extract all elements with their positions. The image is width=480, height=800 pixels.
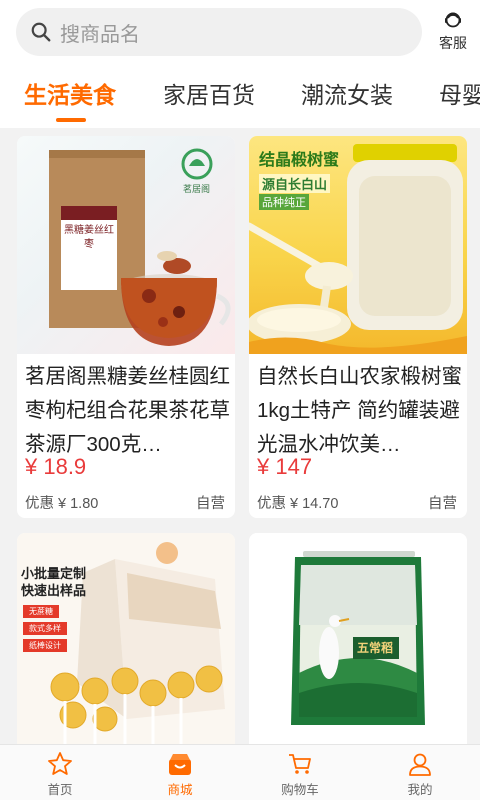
headset-icon (445, 12, 461, 28)
customize-headline-2: 快速出样品 (21, 583, 87, 598)
product-card[interactable]: 小批量定制 快速出样品 无蔗糖 款式多样 纸棒设计 (17, 533, 235, 763)
honey-origin-text: 源自长白山 (259, 174, 331, 193)
customer-service-label: 客服 (439, 35, 467, 51)
self-operated-tag: 自营 (196, 496, 225, 512)
active-tab-indicator (56, 118, 86, 122)
product-card[interactable]: 五常稻 (249, 533, 467, 763)
product-price: ¥ 18.9 (25, 454, 87, 479)
nav-me[interactable]: 我的 (360, 745, 480, 800)
bottom-nav: 首页 商城 购物车 我的 (0, 744, 480, 800)
product-discount: 优惠 ¥ 14.70 (257, 496, 339, 512)
tab-food[interactable]: 生活美食 (24, 76, 116, 110)
nav-cart[interactable]: 购物车 (240, 745, 360, 800)
product-price: ¥ 147 (257, 454, 313, 479)
feature-tag: 纸棒设计 (23, 639, 67, 652)
nav-me-label: 我的 (407, 783, 433, 797)
rice-brand-text: 五常稻 (357, 641, 394, 655)
honey-headline-text: 结晶椴树蜜 (259, 152, 340, 169)
product-card[interactable]: 结晶椴树蜜 源自长白山 品种纯正 自然长白山农家椴树蜜1kg土特产 简约罐装避光… (249, 136, 467, 518)
customer-service-button[interactable]: 客服 (430, 10, 476, 54)
shop-icon (169, 754, 191, 775)
product-brand-text: 茗居阁 (183, 184, 211, 194)
product-title: 自然长白山农家椴树蜜1kg土特产 简约罐装避光温水冲饮美… (257, 365, 462, 456)
nav-shop[interactable]: 商城 (120, 745, 240, 800)
product-image: 小批量定制 快速出样品 无蔗糖 款式多样 纸棒设计 (17, 533, 235, 763)
cart-icon (289, 754, 311, 774)
honey-quality-text: 品种纯正 (259, 194, 309, 210)
nav-home-label: 首页 (47, 783, 73, 797)
tab-home[interactable]: 家居百货 (163, 76, 255, 110)
product-card[interactable]: 茗居阁 黑糖姜丝红枣 茗居阁黑糖姜丝桂圆红枣枸杞组合花果茶花草茶源厂300克… … (17, 136, 235, 518)
product-image: 结晶椴树蜜 源自长白山 品种纯正 (249, 136, 467, 354)
star-icon (48, 752, 72, 775)
package-label-text: 黑糖姜丝红枣 (64, 225, 114, 250)
tab-mother-baby[interactable]: 母婴 (439, 76, 480, 110)
category-tabs: 生活美食 家居百货 潮流女装 母婴 (0, 72, 480, 122)
product-title: 茗居阁黑糖姜丝桂圆红枣枸杞组合花果茶花草茶源厂300克… (25, 365, 230, 456)
product-discount: 优惠 ¥ 1.80 (25, 496, 99, 512)
header: 搜商品名 客服 生活美食 家居百货 潮流女装 母婴 (0, 0, 480, 128)
feature-tag: 无蔗糖 (23, 605, 59, 618)
search-icon (31, 22, 51, 42)
nav-shop-label: 商城 (167, 783, 193, 797)
search-bar[interactable]: 搜商品名 (16, 8, 422, 56)
user-icon (409, 753, 431, 776)
feature-tag: 款式多样 (23, 622, 67, 635)
search-input[interactable]: 搜商品名 (60, 18, 140, 47)
nav-home[interactable]: 首页 (0, 745, 120, 800)
nav-cart-label: 购物车 (281, 783, 319, 797)
product-image: 茗居阁 黑糖姜丝红枣 (17, 136, 235, 354)
product-image: 五常稻 (249, 533, 467, 763)
tab-women-fashion[interactable]: 潮流女装 (301, 76, 393, 110)
self-operated-tag: 自营 (428, 496, 457, 512)
